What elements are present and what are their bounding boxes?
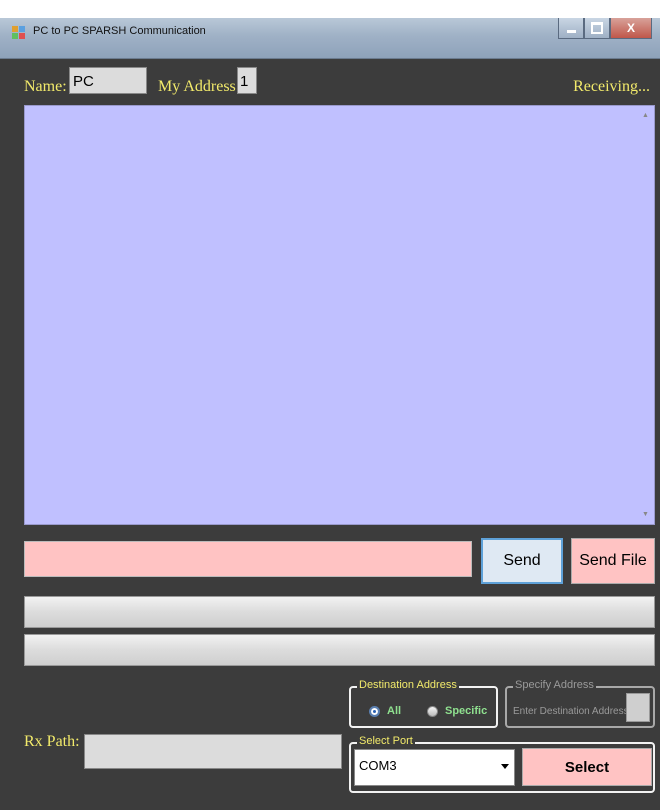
window-controls: X <box>558 18 652 40</box>
send-button[interactable]: Send <box>481 538 563 584</box>
destination-address-label: Enter Destination Address : <box>513 706 635 717</box>
app-window: PC to PC SPARSH Communication X Name: PC… <box>0 18 660 810</box>
radio-specific[interactable]: Specific <box>427 705 487 717</box>
select-port-legend: Select Port <box>357 735 415 747</box>
receive-progress-bar <box>24 634 655 666</box>
radio-selected-icon[interactable] <box>369 705 380 717</box>
status-text: Receiving... <box>573 78 650 95</box>
port-dropdown[interactable]: COM3 <box>354 749 515 786</box>
scroll-up-icon[interactable]: ▲ <box>642 112 649 119</box>
radio-specific-label: Specific <box>445 705 488 717</box>
maximize-button[interactable] <box>584 18 610 39</box>
close-icon: X <box>626 21 635 35</box>
specify-address-legend: Specify Address <box>513 679 596 691</box>
send-progress-bar <box>24 596 655 628</box>
send-file-button[interactable]: Send File <box>571 538 655 584</box>
dropdown-arrow-icon[interactable] <box>501 764 509 769</box>
message-log[interactable]: ▲ ▼ <box>24 105 655 525</box>
maximize-icon <box>591 22 603 34</box>
minimize-button[interactable] <box>558 18 584 39</box>
radio-all-label: All <box>387 705 402 717</box>
window-title: PC to PC SPARSH Communication <box>33 25 206 37</box>
radio-unselected-icon[interactable] <box>427 705 438 717</box>
rx-path-input[interactable] <box>84 734 342 769</box>
message-log-scrollbar[interactable]: ▲ ▼ <box>638 106 654 524</box>
app-icon <box>12 26 25 39</box>
title-bar[interactable]: PC to PC SPARSH Communication X <box>0 18 660 59</box>
my-address-label: My Address: <box>158 78 241 95</box>
specify-address-group: Specify Address Enter Destination Addres… <box>505 679 655 728</box>
name-label: Name: <box>24 78 67 95</box>
scroll-down-icon[interactable]: ▼ <box>642 511 649 518</box>
minimize-icon <box>566 29 576 33</box>
rx-path-label: Rx Path: <box>24 733 80 750</box>
destination-address-group: Destination Address All Specific <box>349 679 498 728</box>
destination-address-legend: Destination Address <box>357 679 459 691</box>
radio-all[interactable]: All <box>369 705 401 717</box>
my-address-field[interactable]: 1 <box>237 67 257 94</box>
select-port-group: Select Port COM3 Select <box>349 735 655 793</box>
select-port-button[interactable]: Select <box>522 748 652 786</box>
name-field[interactable]: PC <box>69 67 147 94</box>
close-button[interactable]: X <box>610 18 652 39</box>
message-input[interactable] <box>24 541 472 577</box>
destination-address-input[interactable] <box>626 693 650 722</box>
port-dropdown-value: COM3 <box>359 758 397 773</box>
